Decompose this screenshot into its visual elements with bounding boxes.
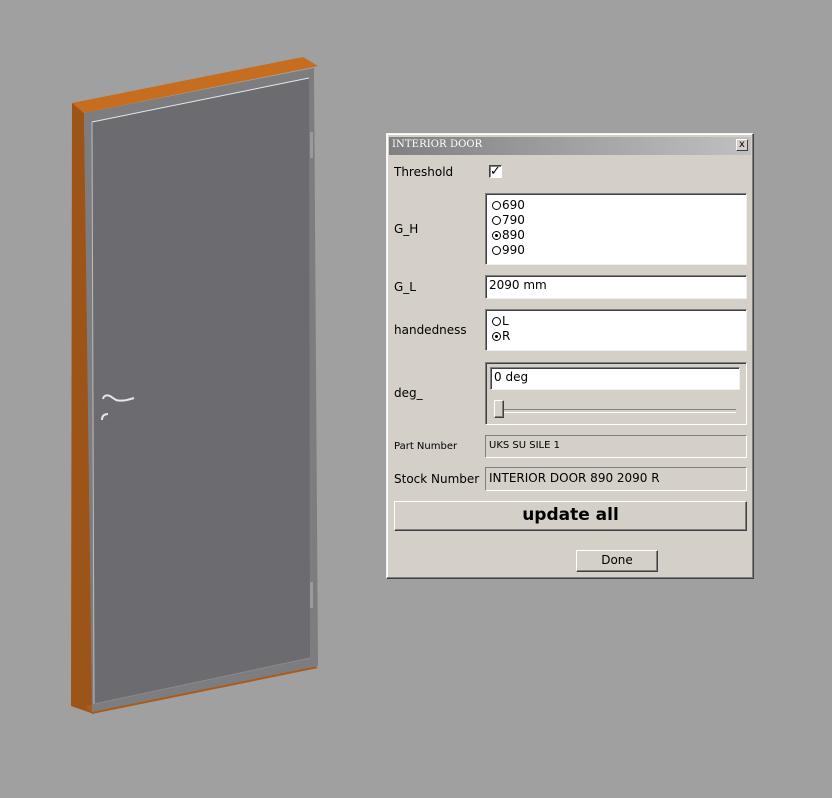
handedness-option-label: R: [502, 329, 511, 343]
threshold-label: Threshold: [394, 165, 454, 179]
update-all-button[interactable]: update all: [394, 501, 747, 531]
stock-number-value: INTERIOR DOOR 890 2090 R: [489, 471, 660, 485]
handedness-option-l[interactable]: L: [492, 315, 509, 329]
deg-label: deg_: [394, 386, 423, 400]
radio-button-icon[interactable]: [492, 246, 501, 255]
door-model: [71, 57, 318, 714]
g-h-option-990[interactable]: 990: [492, 244, 525, 258]
g-l-input[interactable]: 2090 mm: [485, 275, 747, 299]
stock-number-field: INTERIOR DOOR 890 2090 R: [485, 467, 747, 491]
g-h-radio-group: 690 790 890 990: [485, 193, 747, 265]
door-hinge-top: [310, 132, 313, 158]
close-icon[interactable]: x: [736, 139, 748, 151]
part-number-field: UKS SU SILE 1: [485, 435, 747, 458]
radio-button-icon[interactable]: [492, 216, 501, 225]
g-h-option-label: 890: [502, 228, 525, 242]
g-h-option-label: 990: [502, 243, 525, 257]
stock-number-label: Stock Number: [394, 472, 480, 486]
g-l-label: G_L: [394, 280, 416, 294]
deg-input[interactable]: 0 deg: [490, 367, 740, 390]
radio-button-icon[interactable]: [492, 231, 501, 240]
part-number-value: UKS SU SILE 1: [489, 440, 560, 451]
g-h-option-790[interactable]: 790: [492, 214, 525, 228]
door-hinge-bottom: [310, 582, 313, 608]
deg-slider-thumb[interactable]: [494, 400, 504, 418]
door-leaf: [92, 78, 310, 704]
deg-control-panel: 0 deg: [485, 362, 747, 425]
handedness-radio-group: LR: [485, 309, 747, 351]
deg-slider-track[interactable]: [498, 409, 736, 413]
handedness-option-label: L: [502, 314, 509, 328]
g-h-label: G_H: [394, 222, 419, 236]
radio-button-icon[interactable]: [492, 317, 501, 326]
dialog-title: INTERIOR DOOR: [392, 139, 483, 150]
deg-value: 0 deg: [494, 370, 529, 384]
radio-button-icon[interactable]: [492, 332, 501, 341]
g-h-option-690[interactable]: 690: [492, 199, 525, 213]
handedness-label: handedness: [394, 323, 467, 337]
done-button[interactable]: Done: [576, 550, 658, 572]
handedness-option-r[interactable]: R: [492, 330, 510, 344]
g-h-option-890[interactable]: 890: [492, 229, 525, 243]
threshold-checkbox[interactable]: ✓: [489, 165, 502, 178]
g-l-value: 2090 mm: [489, 278, 547, 292]
interior-door-dialog: INTERIOR DOOR x Threshold ✓ G_H 690 790 89…: [386, 133, 754, 579]
part-number-label: Part Number: [394, 441, 458, 452]
dialog-titlebar[interactable]: INTERIOR DOOR x: [389, 137, 751, 155]
g-h-option-label: 790: [502, 213, 525, 227]
radio-button-icon[interactable]: [492, 201, 501, 210]
g-h-option-label: 690: [502, 198, 525, 212]
